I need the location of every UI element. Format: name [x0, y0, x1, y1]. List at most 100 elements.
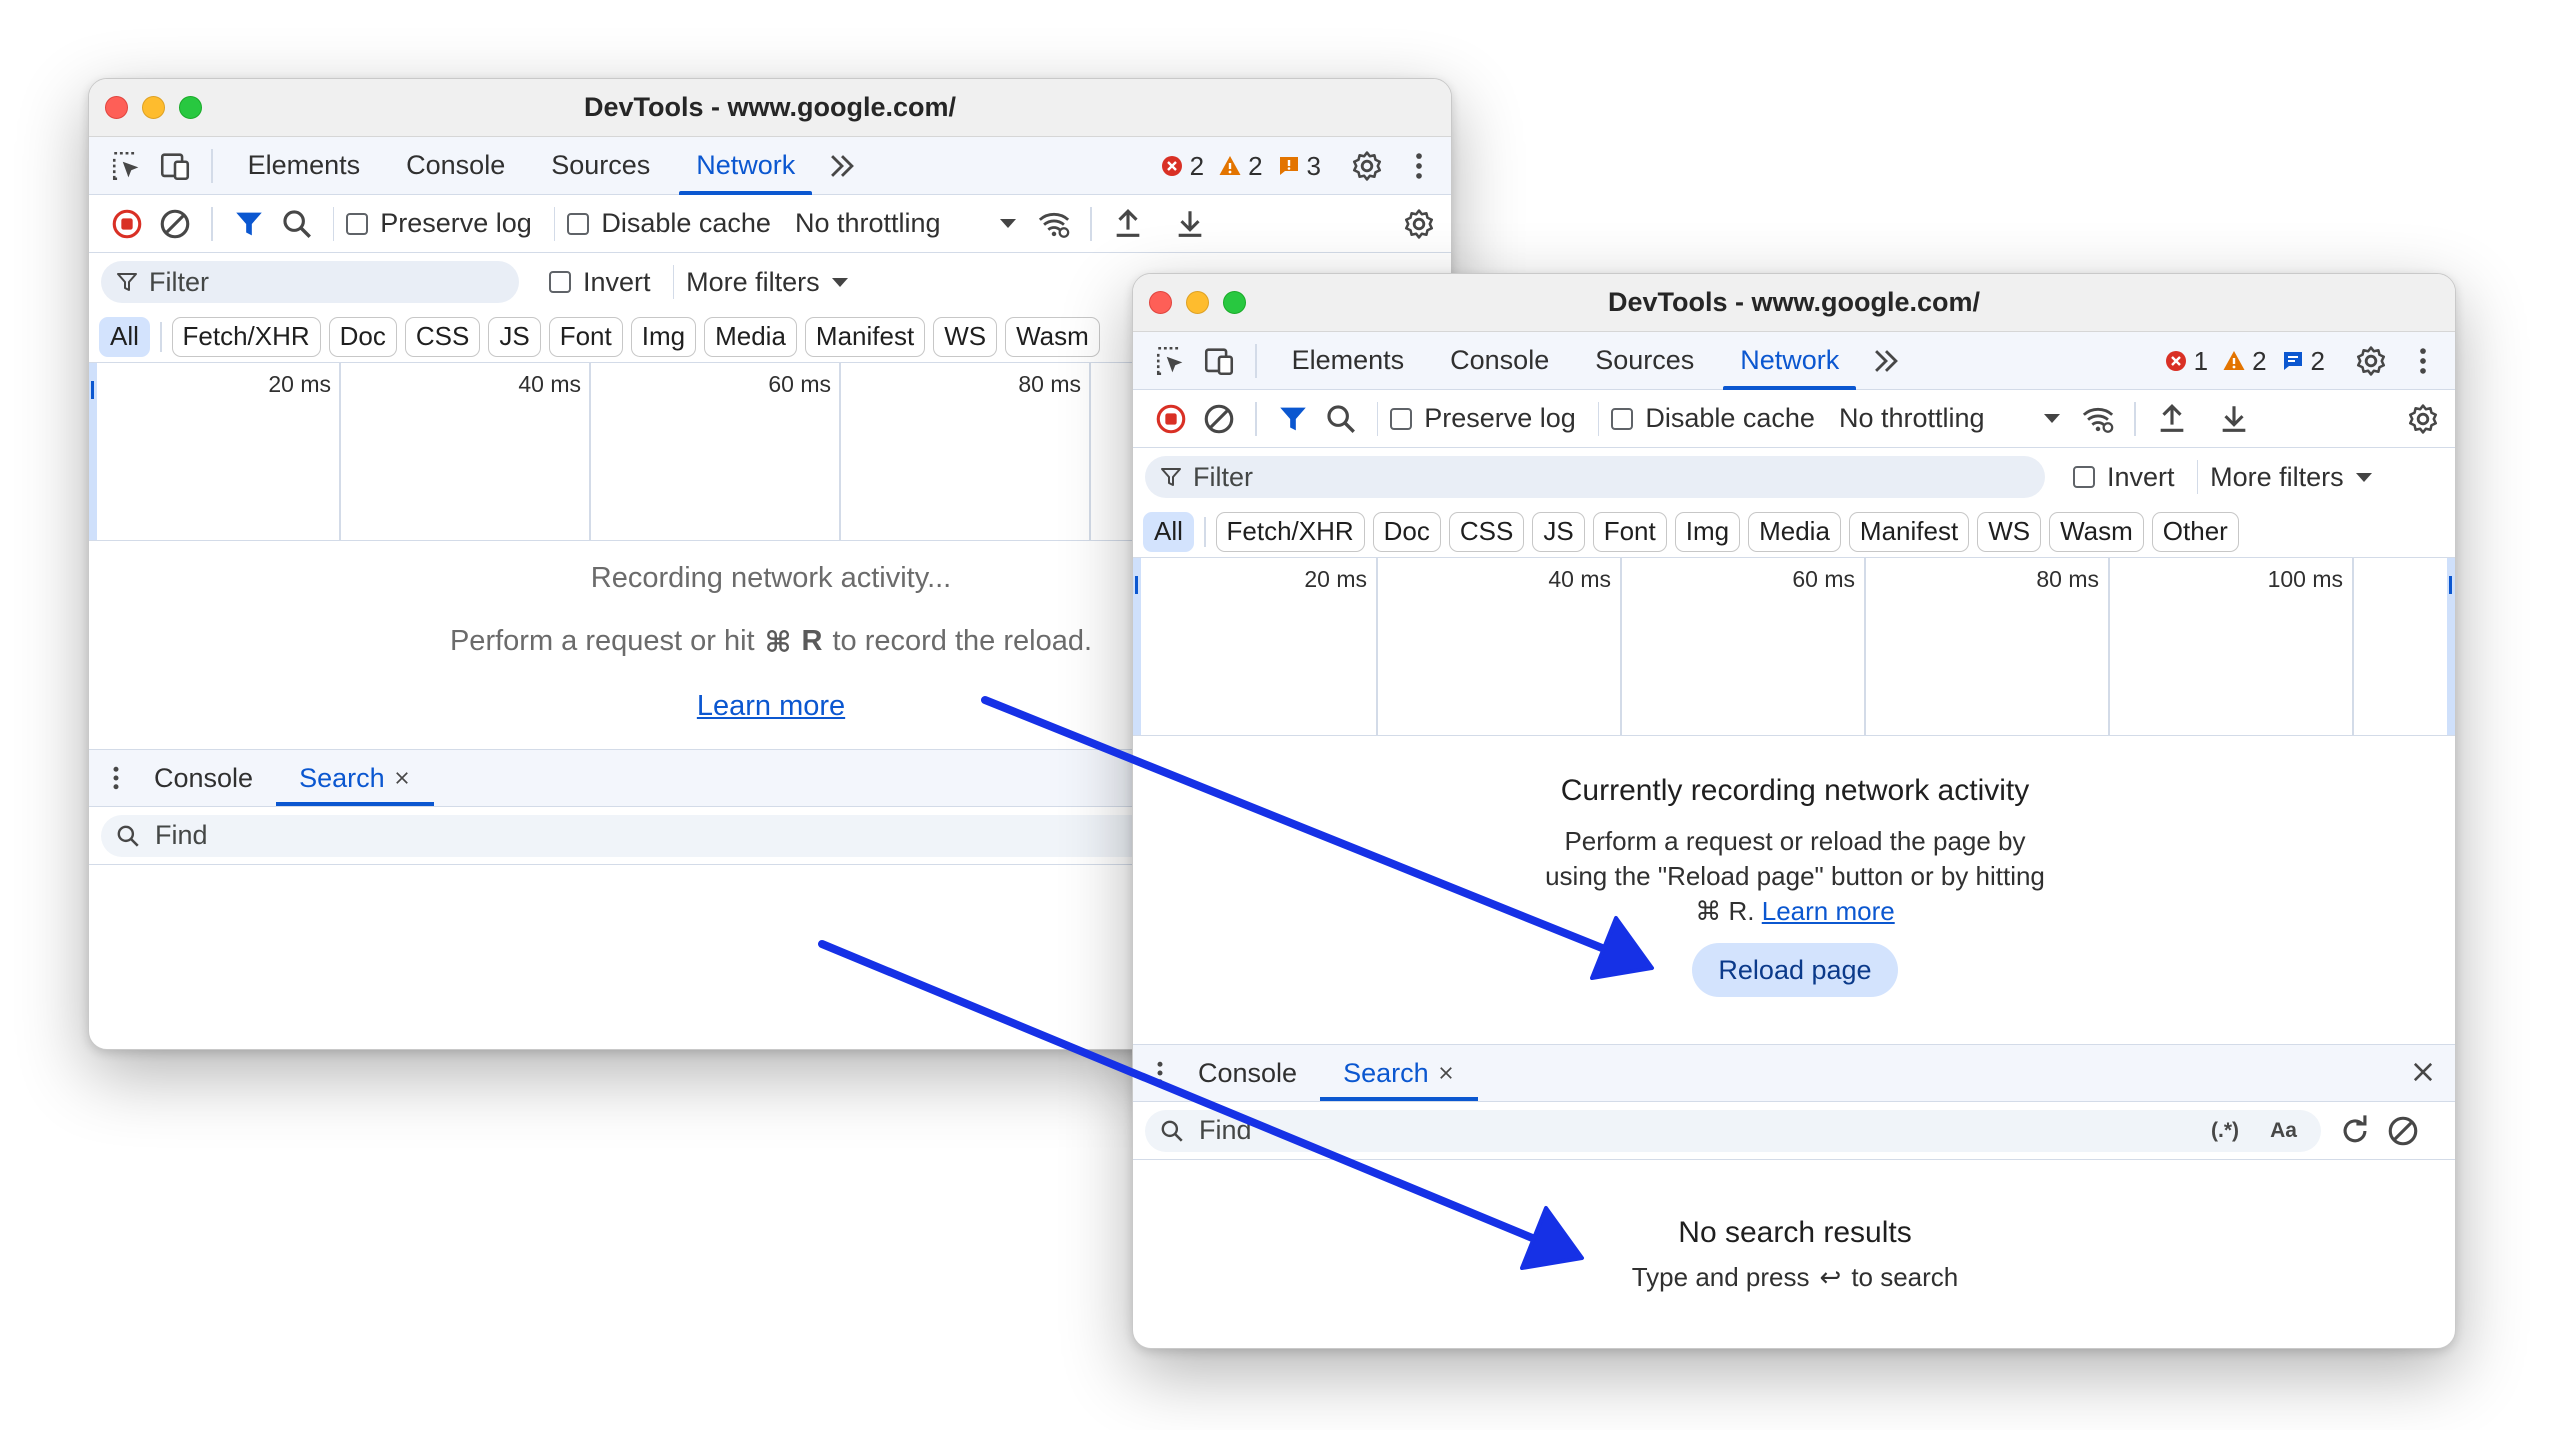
- close-window-button[interactable]: [1149, 291, 1172, 314]
- inspect-element-icon[interactable]: [1147, 337, 1195, 385]
- type-filter-media[interactable]: Media: [1748, 511, 1841, 552]
- type-filter-font[interactable]: Font: [1592, 511, 1667, 552]
- stop-recording-icon[interactable]: [103, 200, 151, 248]
- type-filter-doc[interactable]: Doc: [1372, 511, 1441, 552]
- tab-console[interactable]: Console: [1427, 332, 1572, 390]
- drawer-menu-icon[interactable]: [1145, 1049, 1175, 1097]
- drawer-tab-search[interactable]: Search: [1320, 1045, 1478, 1101]
- disable-cache-checkbox[interactable]: Disable cache: [567, 208, 771, 239]
- type-filter-img[interactable]: Img: [1674, 511, 1741, 552]
- close-tab-icon[interactable]: [1437, 1064, 1455, 1082]
- type-filter-media[interactable]: Media: [704, 316, 797, 357]
- clear-search-icon[interactable]: [2379, 1107, 2427, 1155]
- tab-elements[interactable]: Elements: [225, 137, 384, 195]
- type-filter-wasm[interactable]: Wasm: [1005, 316, 1100, 357]
- more-tabs-icon[interactable]: [1862, 337, 1910, 385]
- drawer-tab-search[interactable]: Search: [276, 750, 434, 806]
- type-filter-wasm[interactable]: Wasm: [2049, 511, 2144, 552]
- timeline-right-handle[interactable]: [2447, 558, 2455, 735]
- match-case-toggle[interactable]: Aa: [2270, 1119, 2297, 1143]
- type-filter-other[interactable]: Other: [2151, 511, 2239, 552]
- tab-sources[interactable]: Sources: [1572, 332, 1717, 390]
- type-filter-all[interactable]: All: [99, 316, 150, 357]
- preserve-log-checkbox[interactable]: Preserve log: [346, 208, 532, 239]
- issue-count: 2: [2310, 345, 2325, 376]
- tab-console[interactable]: Console: [383, 137, 528, 195]
- type-filter-fetch-xhr[interactable]: Fetch/XHR: [171, 316, 321, 357]
- type-filter-css[interactable]: CSS: [1448, 511, 1525, 552]
- type-filter-fetch-xhr[interactable]: Fetch/XHR: [1215, 511, 1365, 552]
- filter-toggle-icon[interactable]: [225, 200, 273, 248]
- import-har-icon[interactable]: [1104, 200, 1152, 248]
- search-icon[interactable]: [273, 200, 321, 248]
- invert-checkbox[interactable]: Invert: [549, 267, 651, 298]
- type-filter-doc[interactable]: Doc: [328, 316, 397, 357]
- more-tabs-icon[interactable]: [818, 142, 866, 190]
- tab-sources[interactable]: Sources: [528, 137, 673, 195]
- kebab-menu-icon[interactable]: [1395, 142, 1443, 190]
- filter-input[interactable]: Filter: [101, 261, 519, 303]
- settings-gear-icon[interactable]: [1343, 142, 1391, 190]
- maximize-window-button[interactable]: [179, 96, 202, 119]
- network-overview-timeline[interactable]: 20 ms 40 ms 60 ms 80 ms 100 ms: [1133, 558, 2455, 736]
- close-drawer-icon[interactable]: [2399, 1048, 2447, 1096]
- invert-checkbox[interactable]: Invert: [2073, 462, 2175, 493]
- tab-network[interactable]: Network: [1717, 332, 1862, 390]
- tab-network[interactable]: Network: [673, 137, 818, 195]
- tab-elements[interactable]: Elements: [1269, 332, 1428, 390]
- more-filters-dropdown[interactable]: More filters: [686, 267, 848, 298]
- minimize-window-button[interactable]: [1186, 291, 1209, 314]
- clear-icon[interactable]: [151, 200, 199, 248]
- type-filter-css[interactable]: CSS: [404, 316, 481, 357]
- filter-input[interactable]: Filter: [1145, 456, 2045, 498]
- stop-recording-icon[interactable]: [1147, 395, 1195, 443]
- type-filter-font[interactable]: Font: [548, 316, 623, 357]
- type-filter-js[interactable]: JS: [488, 316, 541, 357]
- timeline-left-handle[interactable]: [89, 363, 97, 540]
- timeline-left-handle[interactable]: [1133, 558, 1141, 735]
- find-input[interactable]: Find: [101, 814, 1201, 857]
- learn-more-link[interactable]: Learn more: [1762, 896, 1895, 926]
- more-filters-dropdown[interactable]: More filters: [2210, 462, 2372, 493]
- export-har-icon[interactable]: [1166, 200, 1214, 248]
- device-toolbar-icon[interactable]: [1195, 337, 1243, 385]
- refresh-icon[interactable]: [2331, 1107, 2379, 1155]
- reload-page-button[interactable]: Reload page: [1692, 943, 1898, 997]
- type-filter-all[interactable]: All: [1143, 511, 1194, 552]
- network-settings-icon[interactable]: [1395, 200, 1443, 248]
- issue-counters[interactable]: 1 2 2: [2164, 332, 2325, 390]
- drawer-tab-console[interactable]: Console: [1175, 1045, 1320, 1101]
- regex-toggle[interactable]: (.*): [2211, 1119, 2239, 1143]
- type-filter-img[interactable]: Img: [630, 316, 697, 357]
- throttling-select[interactable]: No throttling: [1839, 403, 2060, 434]
- close-window-button[interactable]: [105, 96, 128, 119]
- type-filter-js[interactable]: JS: [1532, 511, 1585, 552]
- maximize-window-button[interactable]: [1223, 291, 1246, 314]
- clear-icon[interactable]: [1195, 395, 1243, 443]
- type-filter-manifest[interactable]: Manifest: [1848, 511, 1970, 552]
- device-toolbar-icon[interactable]: [151, 142, 199, 190]
- learn-more-link[interactable]: Learn more: [697, 690, 845, 722]
- disable-cache-checkbox[interactable]: Disable cache: [1611, 403, 1815, 434]
- import-har-icon[interactable]: [2148, 395, 2196, 443]
- close-tab-icon[interactable]: [393, 769, 411, 787]
- export-har-icon[interactable]: [2210, 395, 2258, 443]
- drawer-tab-console[interactable]: Console: [131, 750, 276, 806]
- kebab-menu-icon[interactable]: [2399, 337, 2447, 385]
- inspect-element-icon[interactable]: [103, 142, 151, 190]
- preserve-log-checkbox[interactable]: Preserve log: [1390, 403, 1576, 434]
- network-conditions-icon[interactable]: [2074, 395, 2122, 443]
- network-settings-icon[interactable]: [2399, 395, 2447, 443]
- filter-toggle-icon[interactable]: [1269, 395, 1317, 443]
- type-filter-ws[interactable]: WS: [1977, 511, 2042, 552]
- drawer-menu-icon[interactable]: [101, 754, 131, 802]
- issue-counters[interactable]: 2 2 3: [1160, 137, 1321, 195]
- settings-gear-icon[interactable]: [2347, 337, 2395, 385]
- throttling-select[interactable]: No throttling: [795, 208, 1016, 239]
- minimize-window-button[interactable]: [142, 96, 165, 119]
- search-icon[interactable]: [1317, 395, 1365, 443]
- type-filter-ws[interactable]: WS: [933, 316, 998, 357]
- type-filter-manifest[interactable]: Manifest: [804, 316, 926, 357]
- find-input[interactable]: Find (.*) Aa: [1145, 1109, 2321, 1152]
- network-conditions-icon[interactable]: [1030, 200, 1078, 248]
